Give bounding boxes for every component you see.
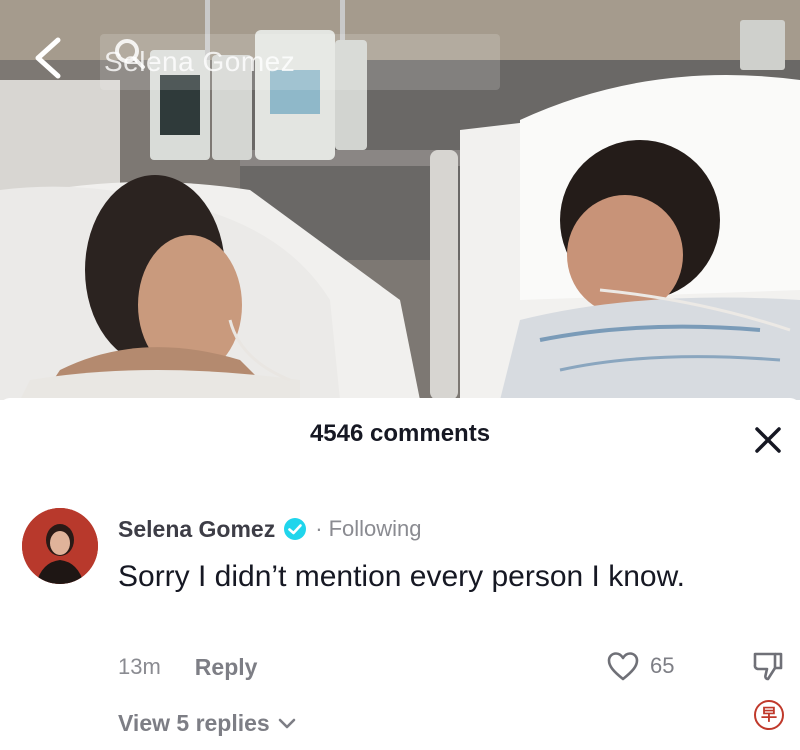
comments-count-title: 4546 comments: [309, 420, 491, 447]
video-player[interactable]: Selena Gomez: [0, 0, 800, 400]
view-replies-label: View 5 replies: [118, 709, 270, 736]
search-icon: [115, 39, 145, 69]
like-button[interactable]: 65: [606, 648, 674, 684]
comments-panel: 4546 comments Selena Gomez · Following S…: [0, 398, 800, 750]
close-button[interactable]: [748, 420, 788, 460]
comment-body: Sorry I didn’t mention every person I kn…: [118, 560, 685, 593]
follow-status: Following: [328, 516, 422, 541]
verified-badge-icon: [284, 518, 307, 540]
chevron-down-icon: [278, 718, 296, 729]
commenter-avatar[interactable]: [22, 508, 98, 584]
comment-author-row: Selena Gomez · Following: [118, 514, 422, 544]
watermark-logo: 早: [754, 700, 784, 730]
comment-meta-row: 13m Reply: [118, 650, 257, 684]
comment-timestamp: 13m: [118, 654, 161, 679]
search-bar[interactable]: Selena Gomez: [100, 34, 500, 90]
dislike-button[interactable]: [750, 648, 786, 684]
video-top-bar: Selena Gomez: [0, 0, 800, 110]
view-replies-button[interactable]: View 5 replies: [118, 706, 298, 740]
like-count: 65: [650, 653, 675, 678]
thumbs-down-icon: [753, 652, 783, 681]
close-icon: [755, 427, 781, 453]
avatar-image: [22, 508, 98, 584]
back-button[interactable]: [28, 36, 68, 80]
heart-icon: [607, 652, 639, 681]
reply-button[interactable]: Reply: [195, 654, 258, 681]
separator-dot: ·: [315, 516, 323, 541]
chevron-left-icon: [35, 37, 61, 79]
comment-author-name[interactable]: Selena Gomez: [118, 516, 275, 543]
